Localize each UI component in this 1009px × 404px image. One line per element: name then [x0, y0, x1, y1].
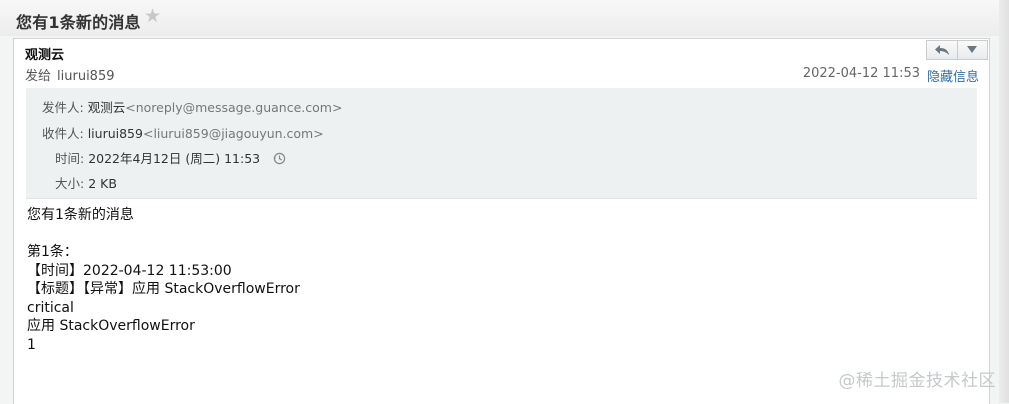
meta-from-label: 发件人:	[42, 100, 84, 115]
send-to-line: 发给 liurui859	[25, 65, 115, 84]
meta-to-addr[interactable]: <liurui859@jiagouyun.com>	[143, 126, 324, 141]
dropdown-arrow-icon	[967, 46, 977, 53]
send-to-label: 发给	[25, 69, 52, 84]
meta-from-row: 发件人: 观测云<noreply@message.guance.com>	[42, 97, 342, 116]
meta-from-addr[interactable]: <noreply@message.guance.com>	[125, 100, 342, 115]
meta-size-label: 大小:	[55, 176, 85, 191]
body-line: 1	[27, 336, 36, 353]
body-line: critical	[27, 299, 74, 316]
body-line: 您有1条新的消息	[27, 207, 134, 223]
mail-subject-bar: 您有1条新的消息 ★	[0, 0, 1009, 36]
body-line: 第1条：	[27, 244, 78, 260]
mail-body: 您有1条新的消息 第1条： 【时间】2022-04-12 11:53:00 【标…	[27, 206, 300, 354]
window-right-edge	[999, 0, 1009, 403]
meta-to-name[interactable]: liurui859	[88, 126, 143, 141]
mail-datetime: 2022-04-12 11:53	[802, 66, 920, 81]
sender-name: 观测云	[25, 48, 65, 63]
body-line: 应用 StackOverflowError	[27, 318, 195, 334]
hide-info-link[interactable]: 隐藏信息	[927, 66, 979, 85]
meta-from-name[interactable]: 观测云	[88, 100, 126, 115]
meta-time-label: 时间:	[55, 151, 85, 166]
body-line: 【时间】2022-04-12 11:53:00	[27, 262, 232, 279]
mail-meta-panel: 发件人: 观测云<noreply@message.guance.com> 收件人…	[26, 88, 977, 199]
reply-button[interactable]	[927, 41, 958, 59]
history-icon[interactable]	[273, 152, 286, 165]
meta-size-row: 大小: 2 KB	[55, 173, 117, 192]
more-actions-button[interactable]	[957, 41, 987, 59]
reply-icon	[935, 45, 949, 55]
meta-size-value: 2 KB	[88, 176, 117, 191]
body-line	[27, 225, 300, 244]
star-icon[interactable]: ★	[144, 7, 161, 26]
body-line: 【标题】【异常】应用 StackOverflowError	[27, 281, 300, 297]
mail-card: 观测云 发给 liurui859 2022-04-12 11:53 隐藏信息 发件…	[13, 38, 990, 404]
meta-to-label: 收件人:	[42, 126, 84, 141]
meta-time-value: 2022年4月12日 (周二) 11:53	[88, 151, 261, 166]
watermark: @稀土掘金技术社区	[838, 371, 996, 391]
mail-subject-title: 您有1条新的消息	[16, 13, 141, 32]
send-to-user[interactable]: liurui859	[57, 69, 114, 84]
meta-to-row: 收件人: liurui859<liurui859@jiagouyun.com>	[42, 123, 324, 142]
meta-time-row: 时间: 2022年4月12日 (周二) 11:53	[55, 148, 286, 167]
mail-actions	[926, 40, 988, 60]
